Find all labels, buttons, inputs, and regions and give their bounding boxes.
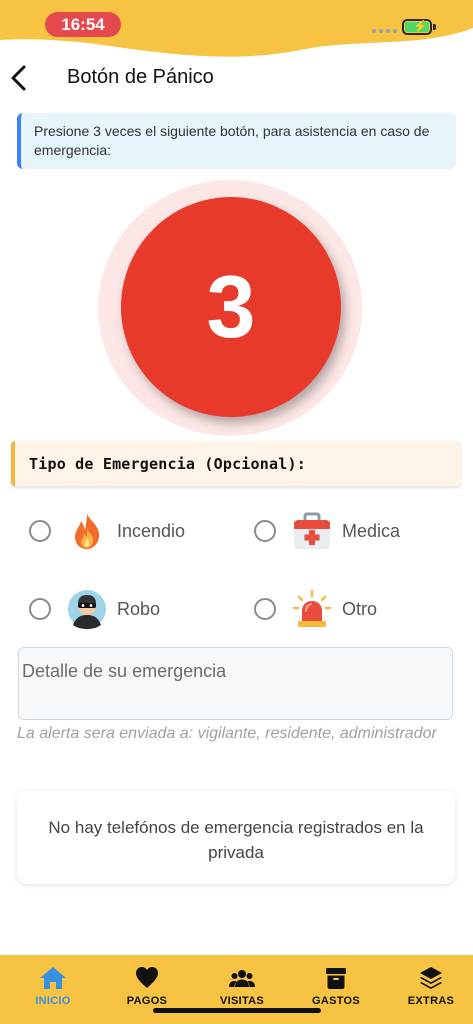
status-time: 16:54 xyxy=(45,12,121,37)
nav-label: INICIO xyxy=(35,995,71,1007)
emergency-phones-card: No hay telefónos de emergencia registrad… xyxy=(17,791,455,884)
first-aid-kit-icon xyxy=(294,512,330,549)
radio-robo[interactable] xyxy=(29,598,51,620)
home-icon xyxy=(40,967,66,989)
battery-tip xyxy=(433,24,436,30)
option-medica[interactable]: Medica xyxy=(254,509,400,553)
radio-incendio[interactable] xyxy=(29,520,51,542)
signal-icon xyxy=(372,29,397,33)
alarm-siren-icon xyxy=(292,589,332,627)
option-label: Otro xyxy=(342,598,378,619)
nav-label: GASTOS xyxy=(311,995,361,1007)
header: Botón de Pánico xyxy=(0,58,473,98)
people-icon xyxy=(229,970,255,987)
instruction-info-box: Presione 3 veces el siguiente botón, par… xyxy=(17,113,456,169)
nav-item-gastos[interactable]: GASTOS xyxy=(296,965,376,1007)
nav-item-pagos[interactable]: PAGOS xyxy=(107,965,187,1007)
heart-icon xyxy=(136,967,158,988)
nav-item-visitas[interactable]: VISITAS xyxy=(202,965,282,1007)
nav-label: VISITAS xyxy=(219,995,265,1007)
no-phones-message: No hay telefónos de emergencia registrad… xyxy=(48,818,424,862)
alert-recipients-note: La alerta sera enviada a: vigilante, res… xyxy=(17,725,437,742)
back-button[interactable] xyxy=(8,62,30,94)
bottom-navigation: INICIO PAGOS VISITAS GASTOS EXTRAS xyxy=(0,955,473,1024)
option-label: Incendio xyxy=(117,520,186,541)
page-title: Botón de Pánico xyxy=(67,66,214,88)
emergency-detail-input[interactable] xyxy=(18,647,453,720)
nav-item-extras[interactable]: EXTRAS xyxy=(391,965,471,1007)
chevron-left-icon xyxy=(11,65,26,91)
radio-otro[interactable] xyxy=(254,598,276,620)
emergency-type-title: Tipo de Emergencia (Opcional): xyxy=(29,455,306,473)
layers-icon xyxy=(420,967,442,989)
thief-icon xyxy=(68,590,106,629)
instruction-text: Presione 3 veces el siguiente botón, par… xyxy=(34,123,430,158)
option-otro[interactable]: Otro xyxy=(254,587,377,631)
fire-icon xyxy=(75,514,100,549)
panic-press-count: 3 xyxy=(206,257,256,356)
home-indicator xyxy=(153,1008,321,1013)
archive-box-icon xyxy=(326,968,346,989)
nav-label: PAGOS xyxy=(126,995,168,1007)
option-label: Robo xyxy=(117,598,161,619)
panic-button[interactable]: 3 xyxy=(121,197,341,417)
battery-charging-icon: ⚡ xyxy=(402,19,432,35)
option-label: Medica xyxy=(342,520,401,541)
option-robo[interactable]: Robo xyxy=(29,587,160,631)
emergency-type-header: Tipo de Emergencia (Opcional): xyxy=(11,441,461,486)
radio-medica[interactable] xyxy=(254,520,276,542)
nav-label: EXTRAS xyxy=(407,995,455,1007)
option-incendio[interactable]: Incendio xyxy=(29,509,185,553)
nav-item-inicio[interactable]: INICIO xyxy=(13,965,93,1007)
